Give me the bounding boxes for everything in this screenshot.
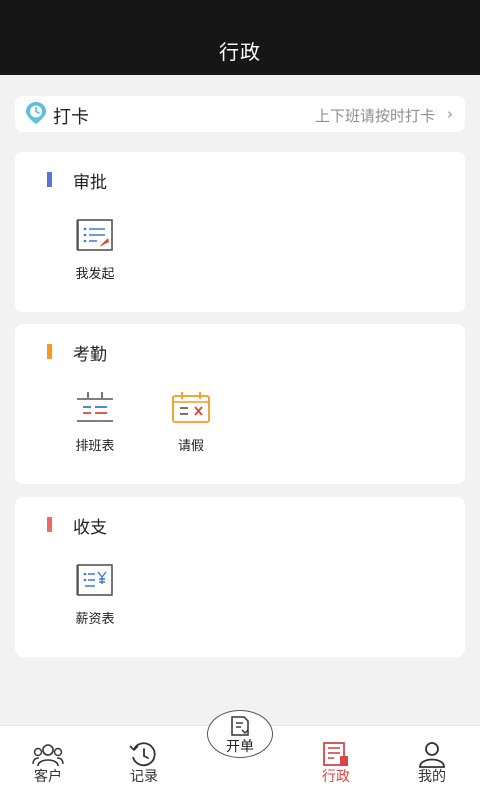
clock-in-card[interactable]: 打卡 上下班请按时打卡 › (15, 96, 465, 132)
section-accent-bar (47, 172, 52, 187)
new-order-label: 开单 (226, 739, 254, 755)
section-approval: 审批 我发起 (15, 152, 465, 312)
schedule-icon (77, 392, 113, 422)
section-accent-bar (47, 517, 52, 532)
new-order-icon (231, 716, 249, 736)
tab-admin[interactable]: 行政 (288, 726, 384, 801)
section-title: 收支 (73, 518, 107, 538)
page-title: 行政 (219, 40, 261, 64)
location-clock-icon (26, 102, 46, 124)
new-order-button[interactable]: 开单 (207, 710, 273, 758)
section-finance: 收支 薪资表 (15, 497, 465, 657)
approval-list-icon (76, 219, 113, 251)
app-header: 行政 (0, 0, 480, 75)
salary-sheet-icon (76, 564, 113, 596)
tab-label: 客户 (34, 769, 62, 785)
item-label: 请假 (177, 439, 204, 454)
item-schedule[interactable]: 排班表 (55, 389, 135, 459)
item-label: 我发起 (75, 267, 115, 282)
item-salary-sheet[interactable]: 薪资表 (55, 562, 135, 632)
clock-in-label: 打卡 (53, 107, 89, 128)
item-label: 排班表 (75, 439, 115, 454)
item-my-initiated[interactable]: 我发起 (55, 217, 135, 287)
leave-calendar-icon (172, 392, 210, 423)
section-title: 审批 (73, 173, 107, 193)
section-accent-bar (47, 344, 52, 359)
item-leave[interactable]: 请假 (151, 389, 231, 459)
section-attendance: 考勤 排班表 请假 (15, 324, 465, 484)
section-title: 考勤 (73, 345, 107, 365)
item-label: 薪资表 (75, 612, 115, 627)
clock-in-hint: 上下班请按时打卡 (314, 107, 435, 125)
tab-label: 行政 (322, 769, 350, 785)
tab-customers[interactable]: 客户 (0, 726, 96, 801)
tab-records[interactable]: 记录 (96, 726, 192, 801)
tab-label: 记录 (130, 769, 158, 785)
chevron-right-icon: › (447, 105, 453, 123)
tab-profile[interactable]: 我的 (384, 726, 480, 801)
tab-label: 我的 (418, 769, 446, 785)
